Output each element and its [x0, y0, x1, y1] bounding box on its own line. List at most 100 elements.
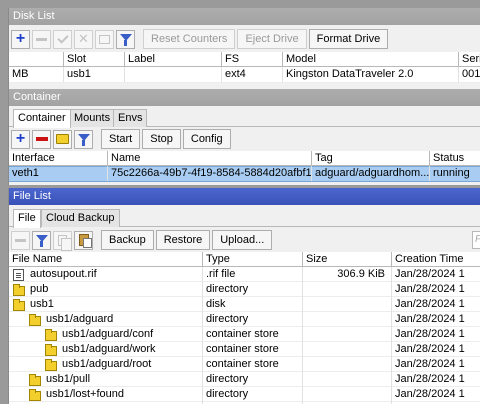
- tab-mounts[interactable]: Mounts: [69, 109, 116, 127]
- folder-icon: [29, 389, 41, 401]
- container-window: Container Container Mounts Envs + Start …: [8, 89, 480, 185]
- table-cell: usb1/adguard/work: [59, 342, 203, 357]
- filter-button[interactable]: [32, 230, 51, 250]
- tab-envs[interactable]: Envs: [113, 109, 148, 127]
- column-header[interactable]: Interface: [9, 151, 108, 166]
- table-cell: directory: [203, 312, 303, 327]
- column-header[interactable]: Creation Time: [392, 252, 480, 267]
- disable-button[interactable]: ✕: [74, 29, 93, 49]
- column-header[interactable]: Status: [430, 151, 480, 166]
- filter-button[interactable]: [116, 29, 135, 49]
- minus-icon: [35, 137, 48, 141]
- table-cell: directory: [203, 282, 303, 297]
- table-cell: 0019: [459, 67, 480, 82]
- table-cell: running: [430, 166, 480, 181]
- container-toolbar: + Start Stop Config: [9, 129, 480, 149]
- container-title: Container: [9, 89, 480, 106]
- column-header[interactable]: Tag: [312, 151, 430, 166]
- column-header[interactable]: Size: [303, 252, 392, 267]
- folder-icon: [45, 344, 57, 356]
- column-header[interactable]: Label: [125, 52, 222, 67]
- remove-button[interactable]: [11, 230, 30, 250]
- column-header[interactable]: Model: [283, 52, 459, 67]
- stop-button[interactable]: Stop: [142, 129, 181, 149]
- minus-icon: [36, 37, 47, 41]
- table-cell: Jan/28/2024 1: [392, 282, 480, 297]
- comment-button[interactable]: [95, 29, 114, 49]
- column-header[interactable]: FS: [222, 52, 283, 67]
- column-header[interactable]: Slot: [64, 52, 125, 67]
- table-cell: 75c2266a-49b7-4f19-8584-5884d20afbf1: [108, 166, 312, 181]
- copy-icon: [58, 234, 72, 251]
- copy-button[interactable]: [53, 230, 72, 251]
- table-cell: Kingston DataTraveler 2.0: [283, 67, 459, 82]
- add-button[interactable]: +: [11, 29, 30, 49]
- table-cell: [303, 282, 392, 297]
- column-header[interactable]: [9, 52, 64, 67]
- paste-button[interactable]: [74, 230, 93, 250]
- comment-icon: [56, 134, 69, 144]
- table-cell: disk: [203, 297, 303, 312]
- column-header[interactable]: File Name: [9, 252, 203, 267]
- table-cell: veth1: [9, 166, 108, 181]
- table-cell: Jan/28/2024 1: [392, 342, 480, 357]
- file-toolbar: Backup Restore Upload... F: [9, 230, 480, 251]
- table-cell: usb1/pull: [43, 372, 203, 387]
- plus-icon: +: [15, 130, 26, 147]
- table-cell: [303, 327, 392, 342]
- column-header[interactable]: Serial: [459, 52, 480, 67]
- filter-icon: [119, 33, 132, 46]
- filter-button[interactable]: [74, 129, 93, 149]
- folder-icon: [29, 374, 41, 386]
- add-button[interactable]: +: [11, 129, 30, 149]
- paste-icon: [78, 234, 92, 248]
- check-icon: [56, 31, 69, 44]
- tab-cloud-backup[interactable]: Cloud Backup: [41, 209, 120, 227]
- disk-list-title: Disk List: [9, 8, 480, 25]
- tab-file[interactable]: File: [13, 209, 41, 228]
- remove-button[interactable]: [32, 29, 51, 49]
- table-cell: usb1: [64, 67, 125, 82]
- table-cell: adguard/adguardhom...: [312, 166, 430, 181]
- file-icon: [13, 269, 24, 281]
- eject-drive-button[interactable]: Eject Drive: [237, 29, 307, 49]
- start-button[interactable]: Start: [101, 129, 141, 149]
- column-header[interactable]: Name: [108, 151, 312, 166]
- comment-icon: [99, 34, 110, 44]
- config-button[interactable]: Config: [182, 129, 231, 149]
- file-list-title: File List: [9, 188, 480, 205]
- column-header[interactable]: Type: [203, 252, 303, 267]
- format-drive-button[interactable]: Format Drive: [308, 29, 389, 49]
- table-cell: Jan/28/2024 1: [392, 387, 480, 402]
- container-table: Interface Name Tag Status veth1 75c2266a…: [9, 151, 480, 185]
- file-tabs: File Cloud Backup: [9, 207, 480, 228]
- filter-icon: [35, 234, 48, 247]
- table-cell: directory: [203, 372, 303, 387]
- find-input[interactable]: F: [472, 231, 480, 249]
- tab-container[interactable]: Container: [13, 109, 71, 128]
- upload-button[interactable]: Upload...: [212, 230, 273, 250]
- table-cell: [303, 312, 392, 327]
- table-cell: [303, 357, 392, 372]
- enable-button[interactable]: [53, 29, 72, 49]
- folder-icon: [13, 284, 25, 296]
- remove-button[interactable]: [32, 129, 51, 149]
- table-cell: Jan/28/2024 1: [392, 327, 480, 342]
- file-list-window: File List File Cloud Backup Backup Resto…: [8, 188, 480, 404]
- table-cell: [125, 67, 222, 82]
- table-cell: container store: [203, 327, 303, 342]
- backup-button[interactable]: Backup: [101, 230, 154, 250]
- restore-button[interactable]: Restore: [155, 230, 211, 250]
- table-cell: ext4: [222, 67, 283, 82]
- reset-counters-button[interactable]: Reset Counters: [143, 29, 236, 49]
- comment-button[interactable]: [53, 129, 72, 149]
- minus-icon: [15, 238, 26, 242]
- table-cell: directory: [203, 387, 303, 402]
- table-cell: Jan/28/2024 1: [392, 372, 480, 387]
- table-cell: usb1/adguard/conf: [59, 327, 203, 342]
- table-cell: [303, 342, 392, 357]
- folder-icon: [13, 299, 25, 311]
- folder-icon: [29, 314, 41, 326]
- close-icon: ✕: [78, 31, 89, 46]
- table-cell: 306.9 KiB: [303, 267, 392, 282]
